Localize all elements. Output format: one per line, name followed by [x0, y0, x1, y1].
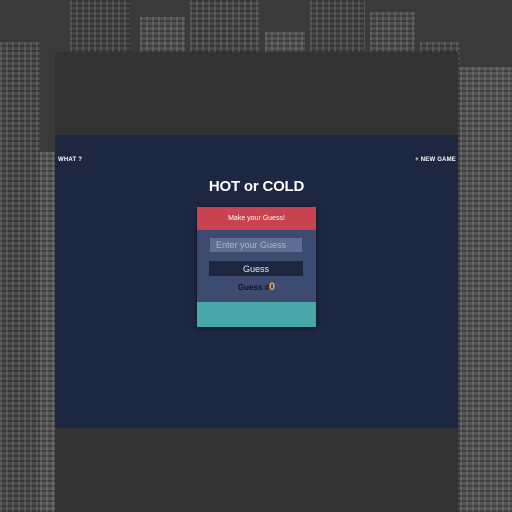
guess-list — [197, 302, 316, 327]
background-building — [460, 67, 512, 512]
guess-count-value: 0 — [269, 281, 276, 293]
what-link[interactable]: WHAT ? — [58, 157, 82, 163]
guess-count-label: Guess # — [237, 283, 269, 292]
background-building — [0, 42, 40, 512]
page-title: HOT or COLD — [208, 178, 305, 195]
guess-button[interactable]: Guess — [209, 261, 303, 276]
guess-input[interactable] — [210, 238, 302, 252]
new-game-link[interactable]: + NEW GAME — [415, 157, 456, 163]
game-card: Make your Guess! Guess Guess #0 — [197, 207, 316, 327]
feedback-message: Make your Guess! — [197, 207, 316, 230]
guess-counter: Guess #0 — [197, 281, 316, 293]
